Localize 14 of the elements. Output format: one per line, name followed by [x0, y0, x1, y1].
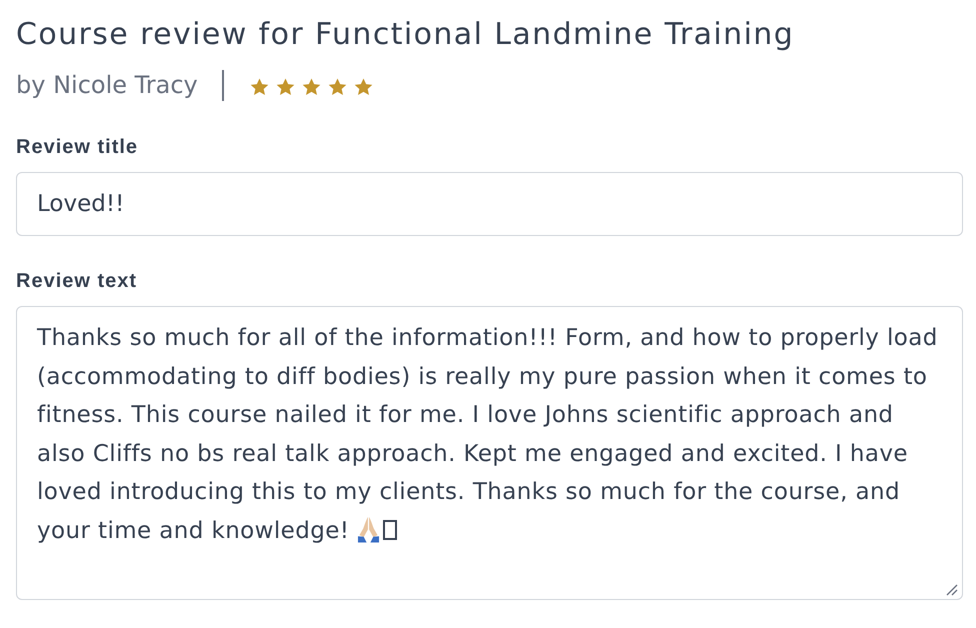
field-label: Review title: [16, 135, 138, 160]
empty-square-icon: [383, 520, 398, 540]
field-label: Review text: [16, 269, 138, 294]
star-icon: [250, 78, 269, 96]
star-icon: [328, 78, 347, 96]
page-title: Course review for Functional Landmine Training: [16, 17, 794, 53]
star-icon: [302, 78, 321, 96]
author-name: by Nicole Tracy: [16, 70, 198, 101]
review-title-field[interactable]: Loved!!: [16, 172, 963, 236]
star-icon: [354, 78, 373, 96]
praying-hands-icon: [357, 516, 380, 542]
resize-handle-icon[interactable]: [946, 584, 958, 596]
review-text-field[interactable]: Thanks so much for all of the information!!! Form, and how to properly load (accommodating to diff bodies) is really my pure passion when it comes to fitness. This course nailed it for me. I love Johns scientific approach and also Cliffs no bs real talk approach. Kept me engaged and excited. I have loved introducing this to my clients. Thanks so much for the course, and your time and knowledge!: [16, 306, 963, 600]
star-icon: [276, 78, 295, 96]
